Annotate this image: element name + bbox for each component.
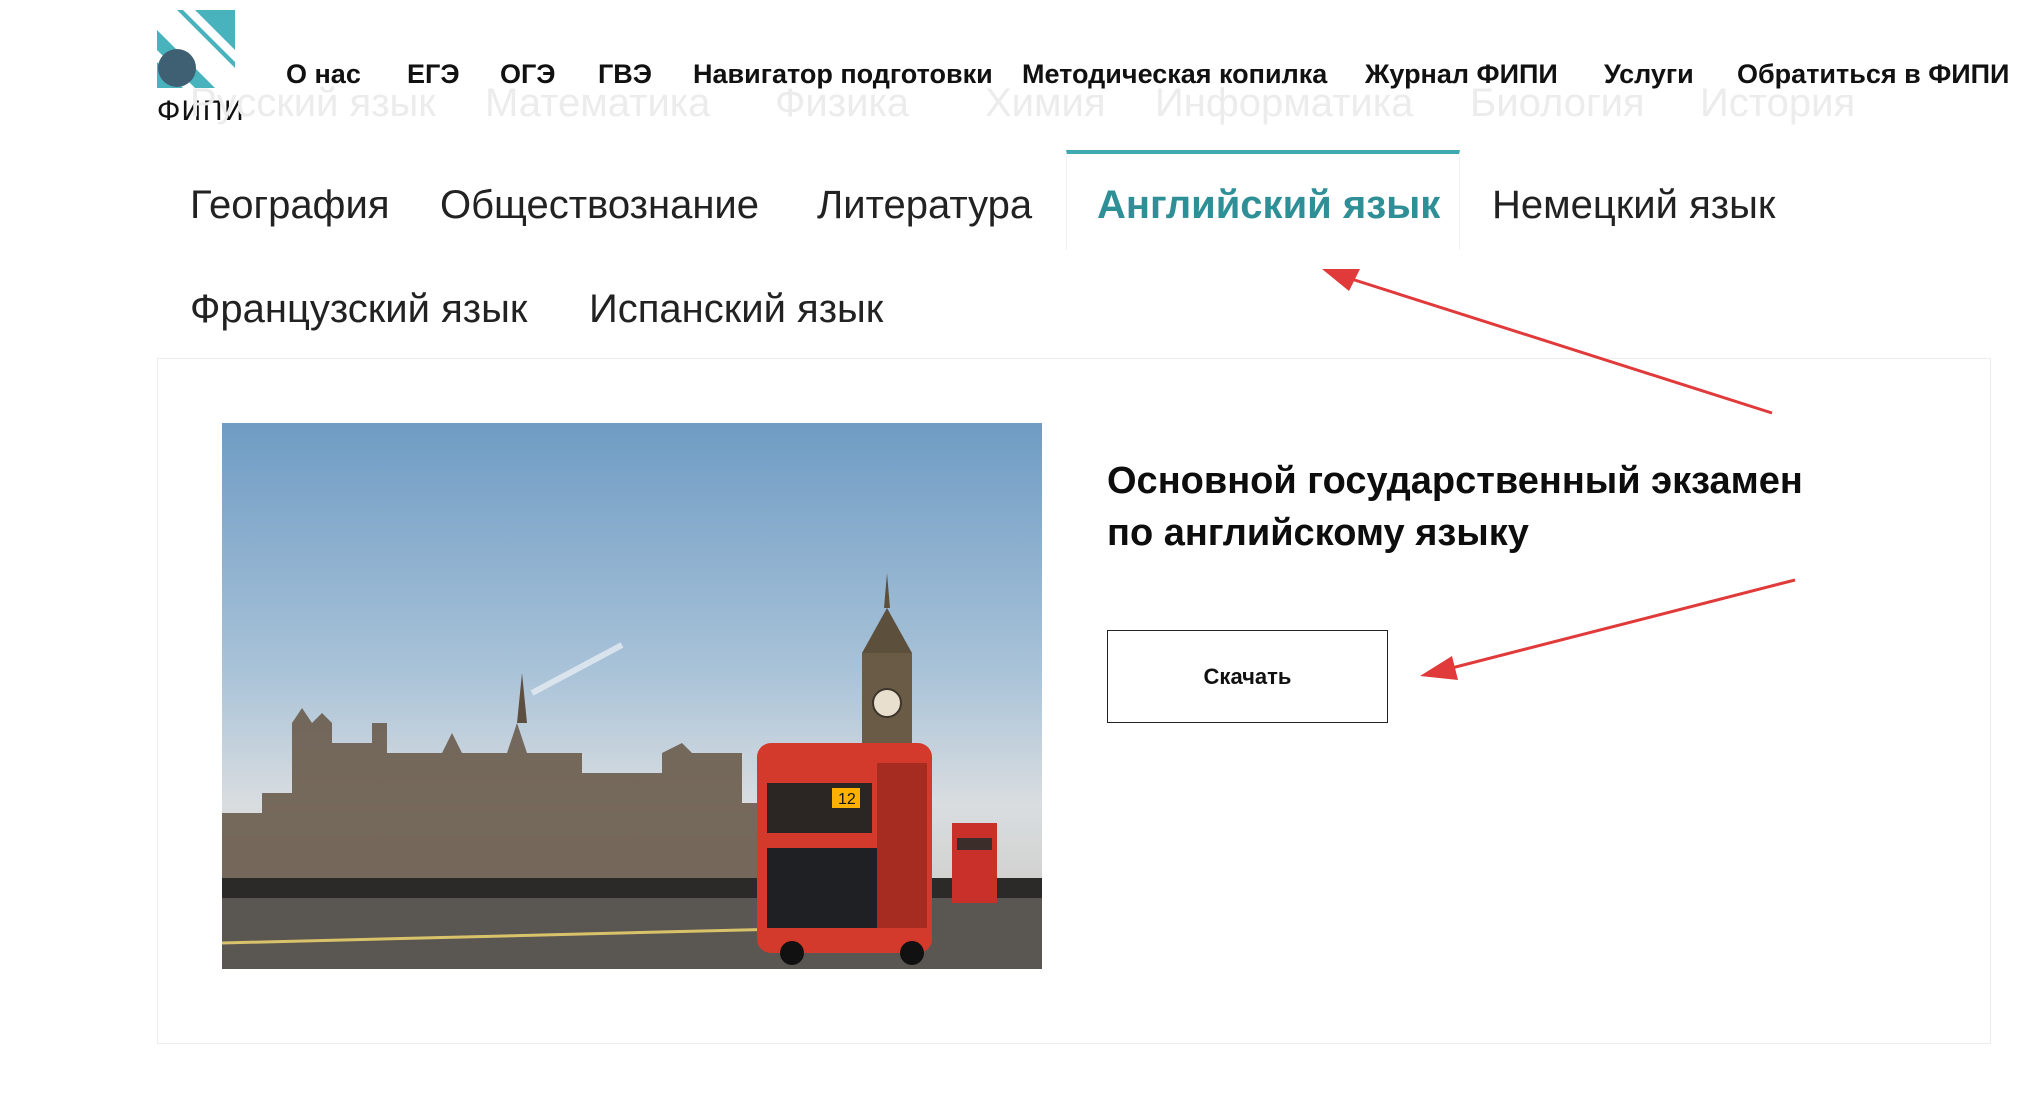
subject-tabs: География Обществознание Литература Англ…: [0, 0, 2029, 360]
tab-literature[interactable]: Литература: [817, 180, 1032, 230]
exam-title-line-2: по английскому языку: [1107, 512, 1529, 554]
tab-geography[interactable]: География: [190, 180, 389, 230]
download-button[interactable]: Скачать: [1107, 630, 1388, 723]
tab-german[interactable]: Немецкий язык: [1492, 180, 1775, 230]
exam-title-line-1: Основной государственный экзамен: [1107, 460, 1803, 502]
exam-title: Основной государственный экзамен по англ…: [1107, 455, 1867, 559]
westminster-bus-illustration: 12: [222, 573, 1042, 969]
bus-route-number: 12: [838, 791, 856, 808]
tab-spanish[interactable]: Испанский язык: [589, 284, 883, 334]
tab-english[interactable]: Английский язык: [1097, 180, 1440, 230]
london-photo: 12: [222, 423, 1042, 969]
tab-social-studies[interactable]: Обществознание: [440, 180, 759, 230]
tab-french[interactable]: Французский язык: [190, 284, 527, 334]
